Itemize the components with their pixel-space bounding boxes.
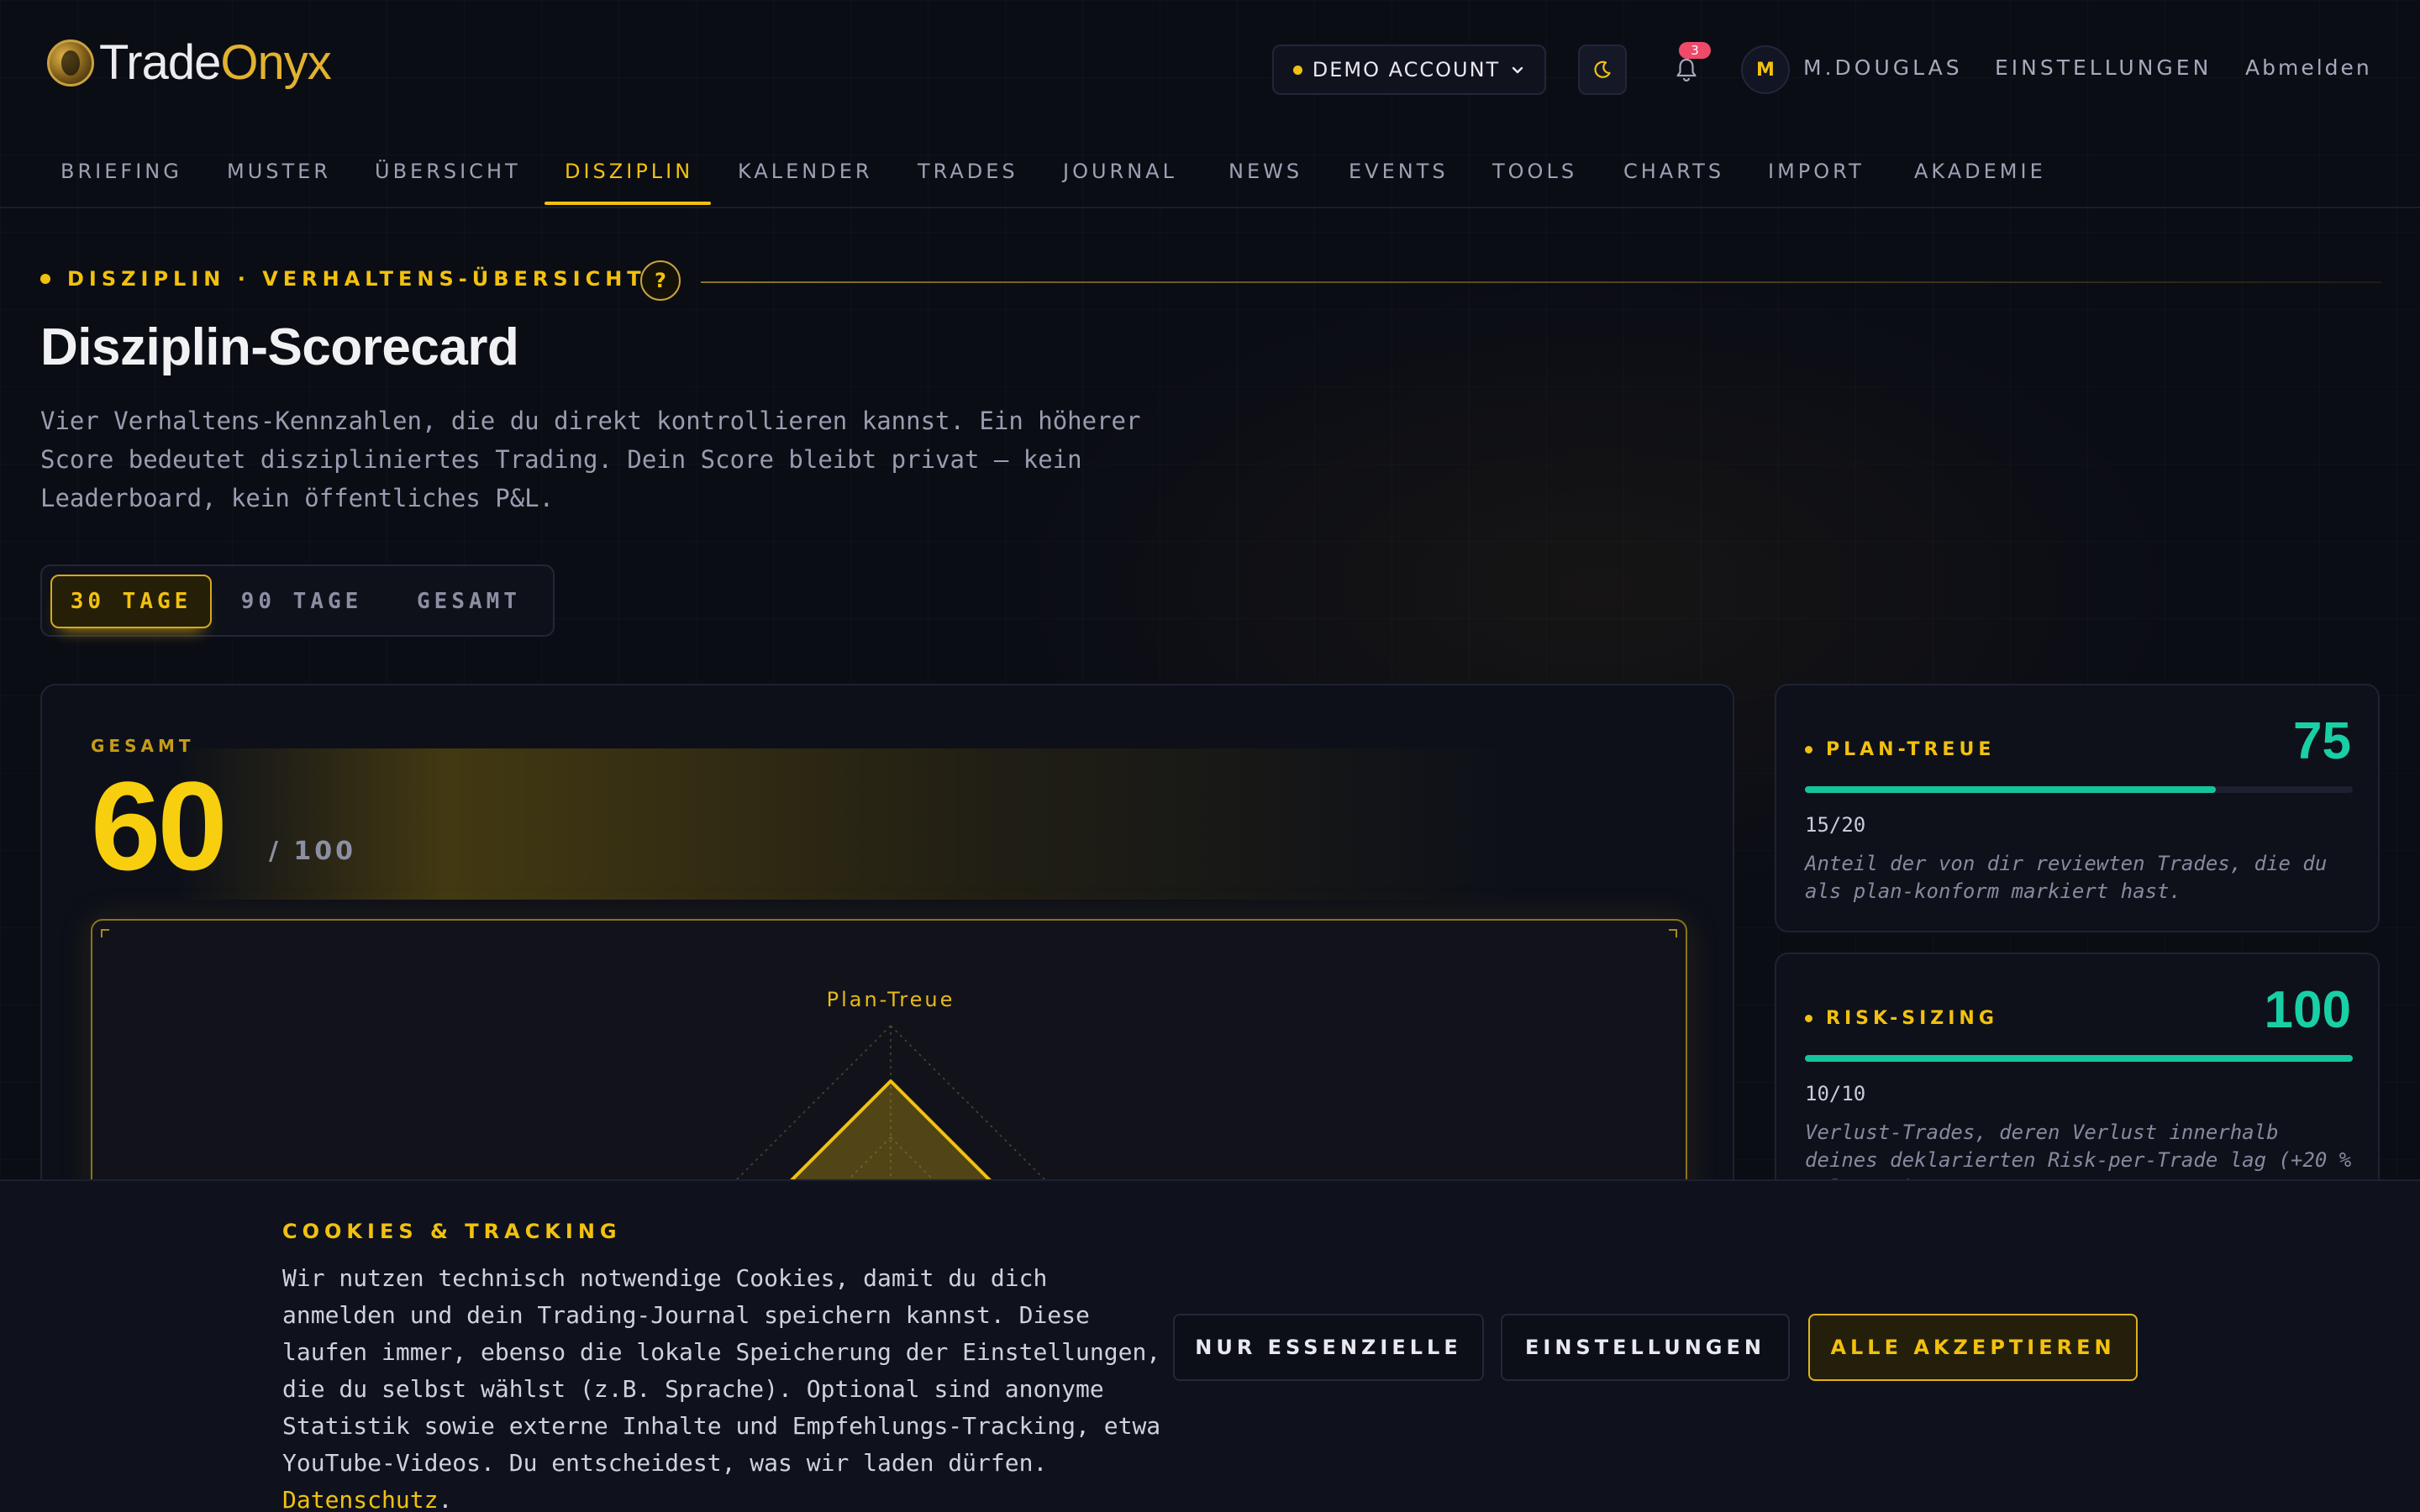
account-status-dot [1292, 65, 1302, 75]
period-90-days-button[interactable]: 90 TAGE [222, 575, 381, 628]
metric-value: 75 [2293, 712, 2351, 770]
nav-item-tools[interactable]: TOOLS [1492, 160, 1577, 207]
cookie-banner: COOKIES & TRACKING Wir nutzen technisch … [0, 1179, 2420, 1512]
active-tab-indicator [544, 202, 711, 205]
metric-card-risk-sizing: RISK-SIZING 100 10/10 Verlust-Trades, de… [1775, 953, 2380, 1201]
page-title: Disziplin-Scorecard [40, 318, 519, 376]
theme-toggle-button[interactable] [1578, 45, 1627, 95]
essential-only-button[interactable]: NUR ESSENZIELLE [1173, 1314, 1484, 1381]
moon-icon [1594, 60, 1611, 78]
top-bar: TradeOnyx DEMO ACCOUNT 3 M M.DOUGLAS EIN… [0, 0, 2420, 139]
metric-dot [1805, 746, 1812, 753]
nav-item-charts[interactable]: CHARTS [1623, 160, 1724, 207]
eyebrow-divider [701, 281, 2381, 283]
metric-progress-fill [1805, 1055, 2353, 1062]
settings-link[interactable]: EINSTELLUNGEN [1995, 55, 2212, 80]
nav-item-news[interactable]: NEWS [1228, 160, 1302, 207]
section-eyebrow: DISZIPLIN · VERHALTENS-ÜBERSICHT [40, 267, 646, 291]
help-button[interactable]: ? [640, 260, 681, 301]
logo-icon [47, 39, 94, 87]
cookie-title: COOKIES & TRACKING [282, 1220, 622, 1243]
account-label: DEMO ACCOUNT [1312, 58, 1501, 81]
metric-count: 15/20 [1805, 813, 1866, 837]
chevron-down-icon [1512, 66, 1523, 74]
score-highlight-band [176, 748, 1521, 900]
nav-item-uebersicht[interactable]: ÜBERSICHT [375, 160, 521, 207]
metric-dot [1805, 1015, 1812, 1022]
nav-item-events[interactable]: EVENTS [1349, 160, 1449, 207]
username-link[interactable]: M.DOUGLAS [1803, 55, 1963, 80]
accept-all-button[interactable]: ALLE AKZEPTIEREN [1808, 1314, 2138, 1381]
eyebrow-dot [40, 274, 50, 284]
overall-label: GESAMT [91, 736, 195, 756]
overall-score-max: / 100 [269, 837, 357, 866]
nav-item-briefing[interactable]: BRIEFING [60, 160, 182, 207]
metric-progress-bar [1805, 786, 2353, 793]
notification-count-badge: 3 [1679, 42, 1711, 59]
nav-item-akademie[interactable]: AKADEMIE [1914, 160, 2046, 207]
page-intro: Vier Verhaltens-Kennzahlen, die du direk… [40, 407, 1141, 512]
period-all-button[interactable]: GESAMT [392, 575, 546, 628]
eyebrow-text: DISZIPLIN · VERHALTENS-ÜBERSICHT [67, 267, 646, 291]
main-nav: BRIEFING MUSTER ÜBERSICHT DISZIPLIN KALE… [0, 139, 2420, 208]
cookie-settings-button[interactable]: EINSTELLUNGEN [1501, 1314, 1790, 1381]
nav-item-disziplin[interactable]: DISZIPLIN [565, 160, 693, 207]
metric-card-plan-treue: PLAN-TREUE 75 15/20 Anteil der von dir r… [1775, 684, 2380, 932]
nav-item-journal[interactable]: JOURNAL [1063, 160, 1177, 207]
privacy-link[interactable]: Datenschutz [282, 1486, 438, 1512]
metric-progress-bar [1805, 1055, 2353, 1062]
metric-value: 100 [2264, 981, 2351, 1039]
period-selector: 30 TAGE 90 TAGE GESAMT [40, 564, 555, 637]
overall-score-value: 60 [91, 755, 228, 896]
metric-label: PLAN-TREUE [1805, 739, 1995, 760]
nav-item-kalender[interactable]: KALENDER [738, 160, 873, 207]
metric-label: RISK-SIZING [1805, 1008, 1998, 1029]
metric-progress-fill [1805, 786, 2216, 793]
avatar[interactable]: M [1741, 45, 1790, 94]
brand-logo[interactable]: TradeOnyx [47, 35, 332, 90]
nav-item-import[interactable]: IMPORT [1768, 160, 1865, 207]
metric-description: Anteil der von dir reviewten Trades, die… [1805, 852, 2328, 903]
bell-icon [1676, 58, 1697, 82]
brand-name: TradeOnyx [99, 35, 332, 90]
logout-link[interactable]: Abmelden [2245, 55, 2372, 80]
metric-count: 10/10 [1805, 1082, 1866, 1105]
period-30-days-button[interactable]: 30 TAGE [50, 575, 212, 628]
nav-item-muster[interactable]: MUSTER [227, 160, 331, 207]
nav-item-trades[interactable]: TRADES [918, 160, 1018, 207]
account-switcher[interactable]: DEMO ACCOUNT [1272, 45, 1546, 95]
cookie-text: Wir nutzen technisch notwendige Cookies,… [282, 1264, 1161, 1512]
